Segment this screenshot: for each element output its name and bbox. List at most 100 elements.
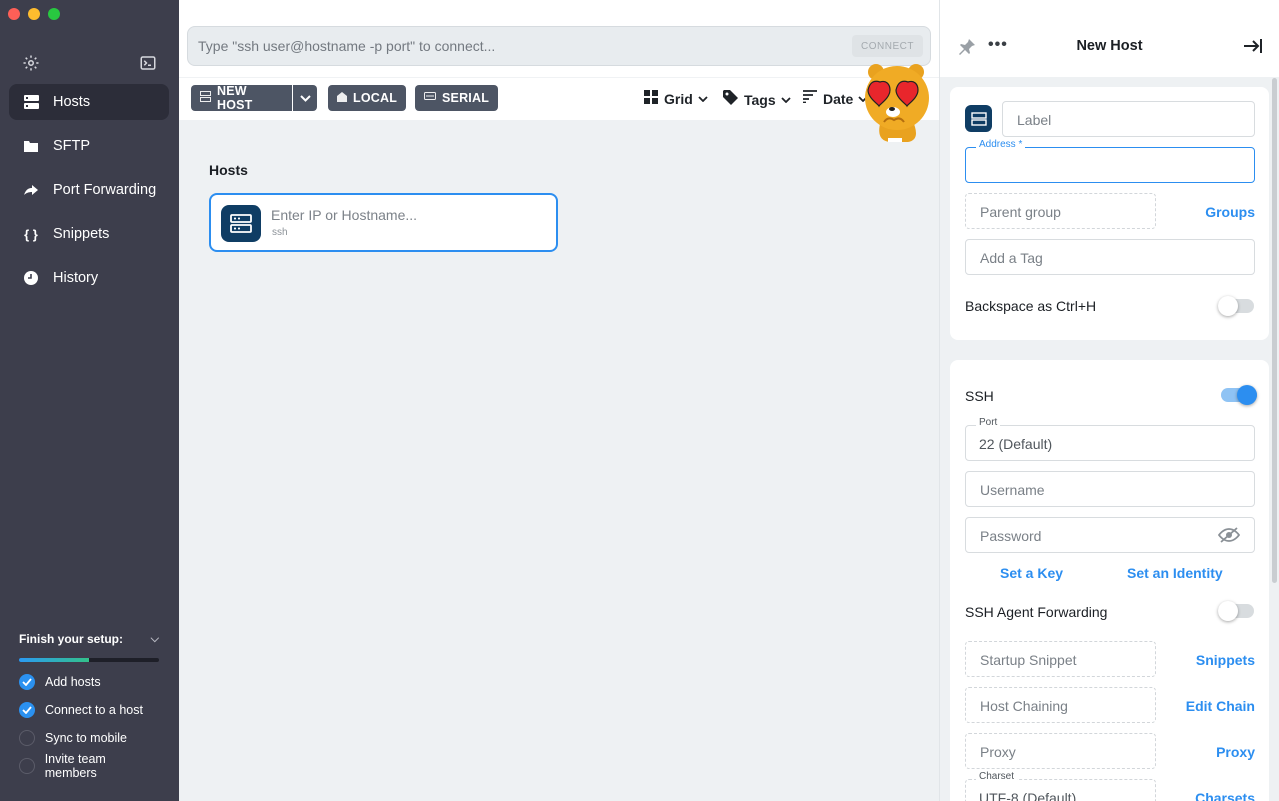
tag-placeholder: Add a Tag: [980, 250, 1043, 266]
clock-icon: [23, 270, 39, 286]
quick-connect-bar: CONNECT: [187, 26, 931, 66]
setup-checklist: Finish your setup: ⌵ Add hosts Connect t…: [19, 632, 159, 780]
setup-item[interactable]: Invite team members: [19, 752, 159, 780]
tag-field[interactable]: Add a Tag: [965, 239, 1255, 275]
maximize-window-button[interactable]: [48, 8, 60, 20]
sidebar-item-sftp[interactable]: SFTP: [9, 128, 169, 164]
charsets-link[interactable]: Charsets: [1195, 790, 1255, 801]
serial-icon: [424, 91, 436, 105]
charset-field[interactable]: Charset UTF-8 (Default): [965, 771, 1156, 801]
sidebar-item-hosts[interactable]: Hosts: [9, 84, 169, 120]
sidebar-item-label: SFTP: [53, 138, 91, 154]
username-field[interactable]: Username: [965, 471, 1255, 507]
backspace-label: Backspace as Ctrl+H: [965, 298, 1097, 314]
setup-progress-bar: [19, 658, 159, 662]
tags-filter-dropdown[interactable]: Tags: [723, 90, 791, 109]
parent-group-field[interactable]: Parent group: [965, 193, 1156, 229]
hosts-toolbar: NEW HOST LOCAL SERIAL Grid Tags Date: [179, 77, 939, 120]
setup-item[interactable]: Connect to a host: [19, 702, 159, 718]
edit-chain-link[interactable]: Edit Chain: [1186, 698, 1255, 714]
sidebar-item-snippets[interactable]: { } Snippets: [9, 216, 169, 252]
port-label: Port: [976, 417, 1001, 428]
setup-header[interactable]: Finish your setup: ⌵: [19, 632, 159, 646]
local-icon: [337, 91, 347, 105]
ssh-label: SSH: [965, 388, 994, 404]
sidebar: Hosts SFTP Port Forwarding { } Snippets …: [0, 0, 179, 801]
sidebar-item-history[interactable]: History: [9, 260, 169, 296]
gear-icon[interactable]: [22, 54, 40, 72]
port-field[interactable]: Port 22 (Default): [965, 417, 1255, 461]
toggle-knob: [1218, 296, 1238, 316]
sidebar-nav: Hosts SFTP Port Forwarding { } Snippets …: [9, 84, 169, 304]
view-mode-label: Grid: [664, 91, 693, 107]
chevron-down-icon[interactable]: ⌵: [151, 633, 159, 646]
terminal-icon[interactable]: [139, 54, 157, 72]
panel-scrollbar[interactable]: [1272, 78, 1277, 583]
groups-link[interactable]: Groups: [1205, 204, 1255, 220]
empty-circle-icon: [19, 758, 35, 774]
serial-label: SERIAL: [442, 91, 490, 105]
ssh-toggle[interactable]: [1221, 385, 1257, 405]
local-terminal-button[interactable]: LOCAL: [328, 85, 407, 111]
address-label: Address *: [976, 139, 1026, 150]
ssh-card: SSH Port 22 (Default) Username Password …: [950, 360, 1269, 801]
collapse-panel-icon[interactable]: [1243, 38, 1263, 59]
label-field[interactable]: Label: [1002, 101, 1255, 137]
charset-value: UTF-8 (Default): [979, 790, 1077, 801]
check-icon: [19, 674, 35, 690]
new-host-button[interactable]: NEW HOST: [191, 84, 292, 112]
connect-button[interactable]: CONNECT: [852, 35, 923, 57]
minimize-window-button[interactable]: [28, 8, 40, 20]
new-host-label: NEW HOST: [217, 84, 253, 112]
sidebar-item-port-forwarding[interactable]: Port Forwarding: [9, 172, 169, 208]
main-area: CONNECT NEW HOST LOCAL SERIAL: [179, 0, 939, 801]
view-mode-dropdown[interactable]: Grid: [644, 90, 708, 108]
startup-snippet-field[interactable]: Startup Snippet: [965, 641, 1156, 677]
general-card: Label Address * Parent group Groups Add …: [950, 87, 1269, 340]
snippets-link[interactable]: Snippets: [1196, 652, 1255, 668]
setup-item-label: Invite team members: [44, 752, 106, 780]
charset-label: Charset: [976, 771, 1018, 782]
serial-button[interactable]: SERIAL: [415, 85, 499, 111]
chevron-down-icon: [299, 91, 311, 105]
startup-snippet-placeholder: Startup Snippet: [980, 652, 1077, 668]
setup-item-label: Sync to mobile: [45, 731, 127, 745]
new-host-dropdown-button[interactable]: [293, 85, 317, 111]
forward-icon: [23, 182, 39, 198]
port-value: 22 (Default): [979, 436, 1053, 452]
proxy-field[interactable]: Proxy: [965, 733, 1156, 769]
setup-item-label: Connect to a host: [45, 703, 143, 717]
set-key-link[interactable]: Set a Key: [1000, 565, 1063, 581]
setup-item[interactable]: Add hosts: [19, 674, 159, 690]
label-placeholder: Label: [1017, 112, 1052, 128]
check-icon: [19, 702, 35, 718]
chevron-down-icon: [781, 94, 791, 106]
toggle-knob: [1218, 601, 1238, 621]
password-placeholder: Password: [980, 528, 1042, 544]
server-icon: [221, 205, 261, 242]
setup-item[interactable]: Sync to mobile: [19, 730, 159, 746]
address-field[interactable]: Address *: [965, 139, 1255, 183]
quick-connect-input[interactable]: [198, 27, 838, 65]
password-field[interactable]: Password: [965, 517, 1255, 553]
sort-dropdown[interactable]: Date: [803, 90, 868, 107]
tags-label: Tags: [744, 91, 776, 108]
server-icon[interactable]: [965, 105, 992, 132]
new-host-card[interactable]: ssh: [209, 193, 558, 252]
eye-off-icon[interactable]: [1217, 527, 1241, 548]
close-window-button[interactable]: [8, 8, 20, 20]
sort-label: Date: [823, 90, 854, 107]
set-identity-link[interactable]: Set an Identity: [1127, 565, 1223, 581]
hostname-input[interactable]: [271, 207, 541, 223]
folder-icon: [23, 138, 39, 154]
sidebar-item-label: History: [53, 270, 99, 286]
backspace-toggle[interactable]: [1218, 296, 1254, 316]
proxy-link[interactable]: Proxy: [1216, 744, 1255, 760]
agent-forwarding-toggle[interactable]: [1218, 601, 1254, 621]
grid-icon: [644, 90, 658, 108]
setup-item-label: Add hosts: [45, 675, 101, 689]
server-icon: [200, 91, 211, 105]
panel-header: ••• New Host: [940, 0, 1279, 77]
host-chaining-field[interactable]: Host Chaining: [965, 687, 1156, 723]
sidebar-item-label: Snippets: [53, 226, 110, 242]
